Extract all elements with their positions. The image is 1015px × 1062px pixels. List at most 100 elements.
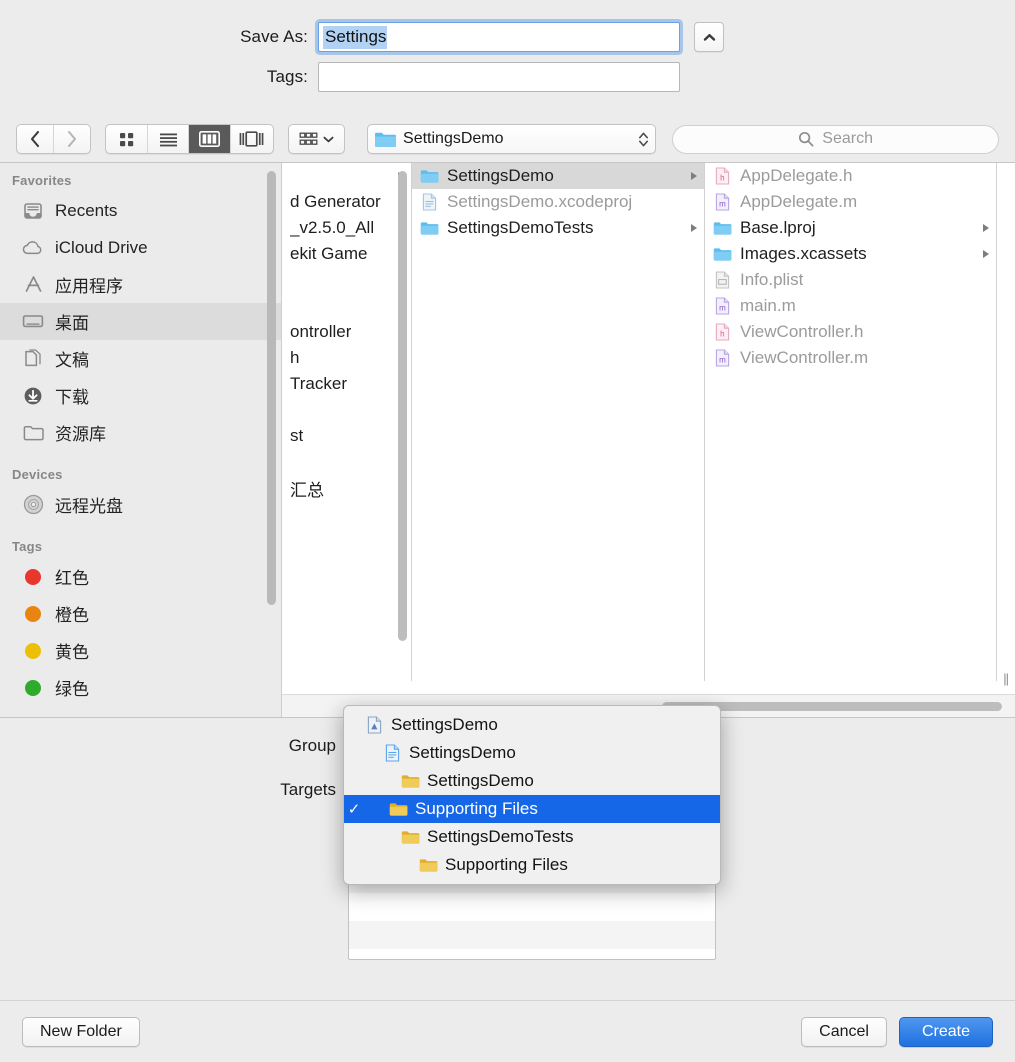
resize-grip-icon[interactable]: || xyxy=(1003,671,1009,686)
source-file-icon: m xyxy=(713,193,732,212)
menu-item[interactable]: SettingsDemo xyxy=(344,739,720,767)
source-file-icon: m xyxy=(713,349,732,368)
gallery-view-button[interactable] xyxy=(231,125,273,153)
row-label: 汇总 xyxy=(290,480,324,500)
column-row[interactable] xyxy=(282,605,411,631)
column-row[interactable] xyxy=(282,579,411,605)
menu-item[interactable]: ✓ Supporting Files xyxy=(344,795,720,823)
browser-toolbar: SettingsDemo Search xyxy=(0,116,1015,162)
create-button[interactable]: Create xyxy=(898,1016,993,1047)
column-row[interactable]: Images.xcassets xyxy=(705,241,996,267)
yellow-folder-icon xyxy=(400,772,420,790)
column-row[interactable]: 汇总 xyxy=(282,475,411,501)
column-view-button[interactable] xyxy=(189,125,231,153)
tags-label: Tags: xyxy=(266,67,308,86)
back-button[interactable] xyxy=(17,125,54,153)
menu-item[interactable]: SettingsDemo xyxy=(344,767,720,795)
menu-item[interactable]: Supporting Files xyxy=(344,851,720,879)
column-row[interactable]: SettingsDemo xyxy=(412,163,704,189)
menu-item[interactable]: SettingsDemoTests xyxy=(344,823,720,851)
downloads-icon xyxy=(22,385,44,407)
menu-item-label: Supporting Files xyxy=(415,799,538,818)
icon-view-button[interactable] xyxy=(106,125,148,153)
column-row[interactable]: Base.lproj xyxy=(705,215,996,241)
list-item[interactable] xyxy=(349,893,715,921)
cancel-button[interactable]: Cancel xyxy=(801,1016,887,1047)
sidebar-item-library[interactable]: 资源库 xyxy=(0,414,281,451)
sidebar-item-tag-yellow[interactable]: 黄色 xyxy=(0,632,281,669)
column-row[interactable] xyxy=(282,449,411,475)
sidebar-item-tag-green[interactable]: 绿色 xyxy=(0,669,281,706)
sidebar-item-desktop[interactable]: 桌面 xyxy=(0,303,281,340)
new-folder-button[interactable]: New Folder xyxy=(22,1016,140,1047)
sidebar-item-label: Recents xyxy=(55,200,118,220)
sidebar-item-icloud-drive[interactable]: iCloud Drive xyxy=(0,229,281,266)
sidebar-item-recents[interactable]: Recents xyxy=(0,192,281,229)
column-row[interactable] xyxy=(282,293,411,319)
column-row[interactable]: m main.m xyxy=(705,293,996,319)
search-field[interactable]: Search xyxy=(672,124,999,154)
sidebar-item-documents[interactable]: 文稿 xyxy=(0,340,281,377)
column-row[interactable]: m AppDelegate.m xyxy=(705,189,996,215)
save-as-input[interactable]: Settings xyxy=(318,22,680,52)
chevron-left-icon xyxy=(30,130,39,148)
list-item[interactable] xyxy=(349,921,715,949)
column-row[interactable]: h AppDelegate.h xyxy=(705,163,996,189)
column-row[interactable]: m ViewController.m xyxy=(705,345,996,371)
column-row[interactable] xyxy=(282,553,411,579)
sidebar-section-tags-title: Tags xyxy=(12,539,43,554)
tags-input[interactable] xyxy=(318,62,680,92)
column-row[interactable]: st xyxy=(282,423,411,449)
svg-text:h: h xyxy=(720,329,724,338)
path-popup-button[interactable]: SettingsDemo xyxy=(367,124,657,154)
gallery-view-icon xyxy=(239,131,264,147)
column-1-scrollbar[interactable] xyxy=(398,171,407,641)
save-as-value: Settings xyxy=(323,25,388,49)
disclosure-triangle-icon xyxy=(691,172,697,180)
column-row[interactable]: Tracker xyxy=(282,371,411,397)
sidebar-item-remote-disc[interactable]: 远程光盘 xyxy=(0,486,281,523)
header-file-icon: h xyxy=(713,323,732,342)
sidebar-item-applications[interactable]: 应用程序 xyxy=(0,266,281,303)
menu-item-label: Supporting Files xyxy=(445,855,568,874)
column-row[interactable]: SettingsDemoTests xyxy=(412,215,704,241)
column-row[interactable]: ekit Game xyxy=(282,241,411,267)
disclosure-triangle-icon xyxy=(983,250,989,258)
sidebar-item-tag-orange[interactable]: 橙色 xyxy=(0,595,281,632)
sidebar-item-tag-red[interactable]: 红色 xyxy=(0,558,281,595)
yellow-folder-icon xyxy=(418,856,438,874)
column-row[interactable] xyxy=(282,267,411,293)
browser-column-3: h AppDelegate.h m AppDelegate.m Base.lpr… xyxy=(705,163,997,681)
column-row[interactable]: ontroller xyxy=(282,319,411,345)
row-label: AppDelegate.m xyxy=(740,192,858,211)
folder-icon xyxy=(375,132,397,147)
column-row[interactable] xyxy=(282,501,411,527)
cloud-icon xyxy=(22,237,44,259)
row-label: main.m xyxy=(740,296,796,315)
column-row[interactable] xyxy=(282,397,411,423)
forward-button[interactable] xyxy=(54,125,91,153)
sidebar-scrollbar[interactable] xyxy=(267,171,276,605)
column-row[interactable]: SettingsDemo.xcodeproj xyxy=(412,189,704,215)
column-row[interactable]: h xyxy=(282,345,411,371)
column-row[interactable]: h ViewController.h xyxy=(705,319,996,345)
sidebar-item-label: 远程光盘 xyxy=(55,497,123,516)
column-row[interactable] xyxy=(282,163,411,189)
arrange-button[interactable] xyxy=(289,125,344,153)
row-label: ekit Game xyxy=(290,244,368,263)
column-row[interactable] xyxy=(282,527,411,553)
column-row[interactable]: Info.plist xyxy=(705,267,996,293)
disclosure-triangle-icon xyxy=(691,224,697,232)
chevron-right-icon xyxy=(67,130,77,148)
search-placeholder: Search xyxy=(822,130,873,147)
yellow-folder-icon xyxy=(388,800,408,818)
column-browser: d Generator _v2.5.0_All ekit Game ontrol… xyxy=(282,163,1015,717)
column-row[interactable]: _v2.5.0_All xyxy=(282,215,411,241)
svg-text:m: m xyxy=(719,303,726,312)
menu-item[interactable]: SettingsDemo xyxy=(344,711,720,739)
list-view-button[interactable] xyxy=(148,125,190,153)
disclosure-toggle-button[interactable] xyxy=(694,22,724,52)
column-row[interactable]: d Generator xyxy=(282,189,411,215)
sidebar-item-downloads[interactable]: 下载 xyxy=(0,377,281,414)
path-popup-label: SettingsDemo xyxy=(403,130,504,147)
